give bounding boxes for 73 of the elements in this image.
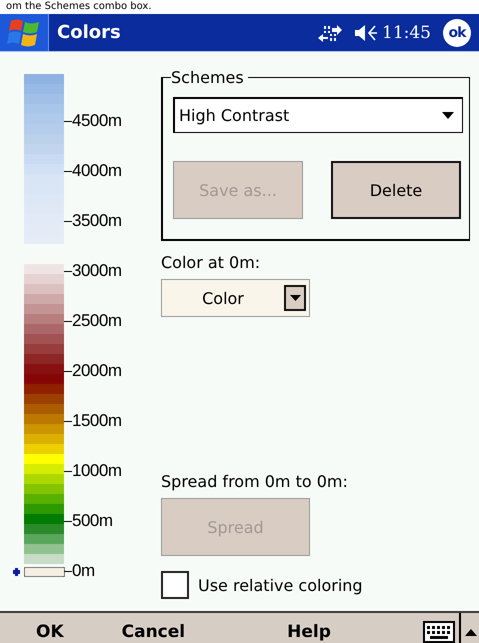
clock-time[interactable]: 11:45: [382, 22, 431, 42]
scale-label: 500m: [64, 511, 122, 531]
color-swatch[interactable]: [24, 104, 64, 114]
color-swatch[interactable]: [24, 524, 64, 534]
color-swatch[interactable]: [24, 514, 64, 524]
color-swatch[interactable]: [24, 474, 64, 484]
color-swatch[interactable]: [24, 544, 64, 554]
color-swatch[interactable]: [24, 354, 64, 364]
connection-arrows-icon[interactable]: [318, 24, 342, 42]
delete-button[interactable]: Delete: [331, 161, 461, 219]
color-swatch[interactable]: [24, 434, 64, 444]
color-swatch[interactable]: [24, 404, 64, 414]
caret-icon: [290, 295, 300, 301]
field-label: Spread from 0m to 0m:: [161, 472, 349, 493]
scheme-combo-box[interactable]: High Contrast: [173, 97, 463, 133]
color-swatch[interactable]: [24, 504, 64, 514]
scale-label: 2000m: [64, 361, 122, 381]
color-swatch[interactable]: [24, 454, 64, 464]
caret-icon: [442, 112, 454, 119]
color-swatch[interactable]: [24, 84, 64, 94]
group-label: Schemes: [171, 68, 245, 87]
color-swatch[interactable]: [24, 304, 64, 314]
scale-label: 3000m: [64, 261, 122, 281]
color-swatch[interactable]: [24, 554, 64, 564]
color-swatch[interactable]: [24, 494, 64, 504]
color-swatch[interactable]: [24, 314, 64, 324]
color-swatch[interactable]: [24, 74, 64, 84]
window-title: Colors: [57, 22, 122, 43]
keyboard-icon[interactable]: [423, 621, 455, 643]
color-swatch[interactable]: [24, 164, 64, 174]
scale-label: 1500m: [64, 411, 122, 431]
menu-button[interactable]: Help: [281, 615, 337, 643]
scale-label: 1000m: [64, 461, 122, 481]
speaker-icon[interactable]: [354, 22, 378, 42]
color-swatch[interactable]: [24, 274, 64, 284]
color-swatch[interactable]: [24, 334, 64, 344]
windows-logo-icon[interactable]: [7, 18, 41, 48]
color-swatch[interactable]: [24, 324, 64, 334]
color-swatch[interactable]: [24, 484, 64, 494]
color-swatch[interactable]: [24, 294, 64, 304]
color-swatch[interactable]: [24, 264, 64, 274]
color-swatch[interactable]: [24, 114, 64, 124]
color-swatch[interactable]: [24, 154, 64, 164]
color-swatch[interactable]: [24, 384, 64, 394]
color-swatch[interactable]: [24, 284, 64, 294]
scale-label: 2500m: [64, 311, 122, 331]
up-arrow-icon[interactable]: [465, 628, 477, 636]
scale-label: 4000m: [64, 161, 122, 181]
color-swatch[interactable]: [24, 94, 64, 104]
color-dropdown[interactable]: Color: [161, 279, 310, 317]
color-swatch[interactable]: [24, 444, 64, 454]
color-swatch[interactable]: [24, 174, 64, 184]
color-swatch[interactable]: [24, 364, 64, 374]
color-swatch[interactable]: [24, 344, 64, 354]
ok-button[interactable]: ok: [443, 18, 471, 46]
scale-label: 0m: [64, 561, 122, 581]
color-swatch[interactable]: [24, 374, 64, 384]
selected-swatch-marker-icon[interactable]: [12, 566, 66, 578]
color-swatch[interactable]: [24, 534, 64, 544]
color-swatch[interactable]: [24, 144, 64, 154]
menu-button[interactable]: Cancel: [116, 615, 192, 643]
color-swatch[interactable]: [24, 464, 64, 474]
color-swatch[interactable]: [24, 124, 64, 134]
relative-coloring-checkbox[interactable]: Use relative coloring: [161, 571, 363, 599]
color-swatch[interactable]: [24, 134, 64, 144]
color-swatch[interactable]: [24, 424, 64, 434]
menu-button[interactable]: OK: [30, 615, 70, 643]
color-swatch[interactable]: [24, 394, 64, 404]
caption-text: om the Schemes combo box.: [5, 0, 152, 14]
scale-label: 4500m: [64, 111, 122, 131]
field-label: Color at 0m:: [161, 253, 262, 274]
scale-label: 3500m: [64, 211, 122, 231]
color-swatch[interactable]: [24, 414, 64, 424]
